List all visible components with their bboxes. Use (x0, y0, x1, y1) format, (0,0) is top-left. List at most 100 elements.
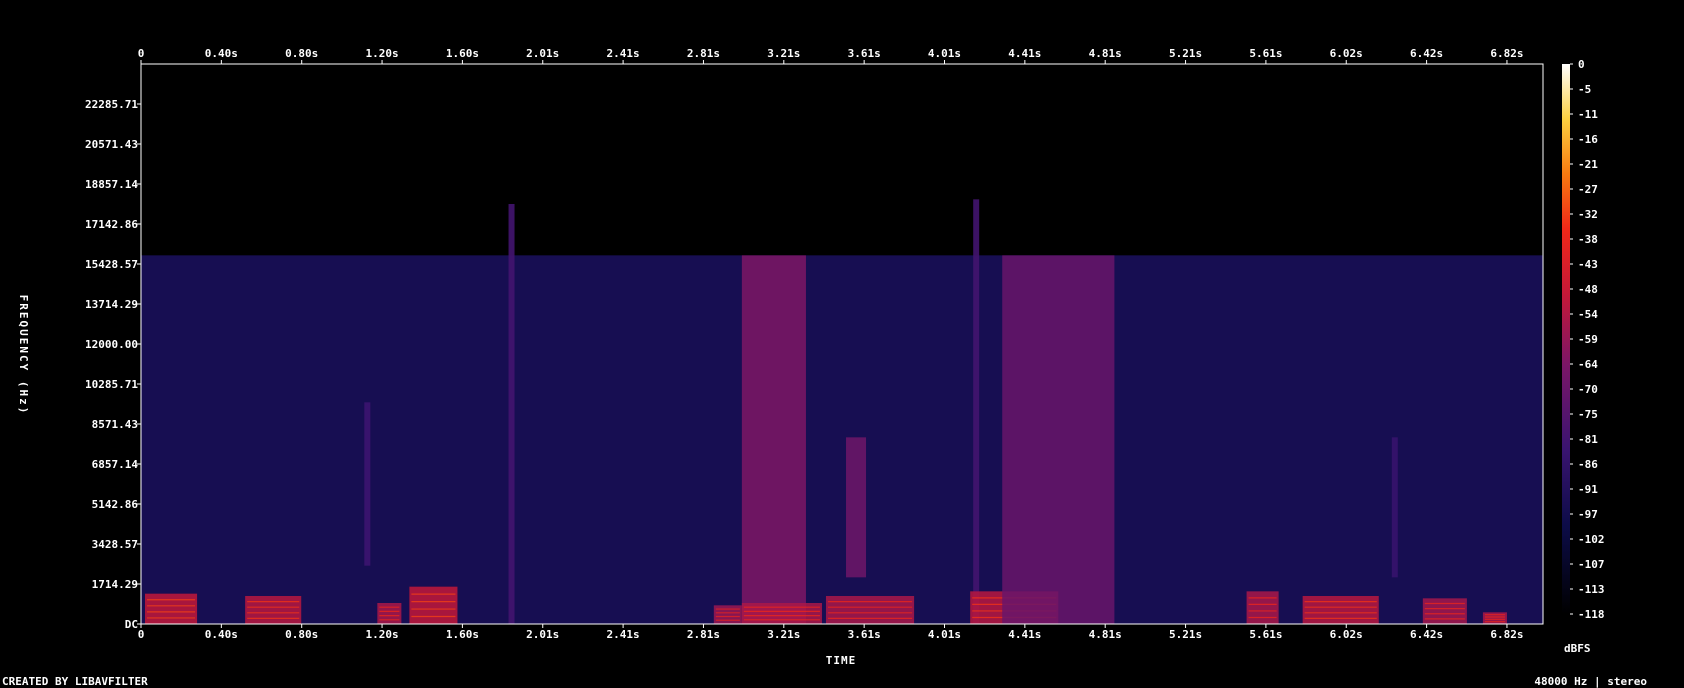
energy-band (377, 603, 402, 624)
x-axis-bottom: 0 0.40s 0.80s 1.20s 1.60s 2.01s 2.41s 2.81s 3.21… (138, 624, 1524, 641)
colorbar-tick-label: -16 (1578, 133, 1598, 146)
x-tick-label: 0.40s (205, 628, 238, 641)
y-tick-label: 22285.71 (85, 98, 138, 111)
x-tick-label: 0 (138, 628, 145, 641)
y-tick-label: 15428.57 (85, 258, 138, 271)
y-tick-label: 12000.00 (85, 338, 138, 351)
x-tick-label: 0.80s (285, 47, 318, 60)
x-tick-label: 2.81s (687, 47, 720, 60)
x-tick-label: 4.01s (928, 47, 961, 60)
energy-band (1246, 591, 1279, 624)
transient-streak (1391, 437, 1398, 578)
colorbar-tick-label: -48 (1578, 283, 1598, 296)
x-tick-label: 0.80s (285, 628, 318, 641)
colorbar-tick-label: -107 (1578, 558, 1605, 571)
spectrogram-heatmap (141, 64, 1543, 624)
transient-streak (364, 402, 371, 566)
x-tick-label: 0 (138, 47, 145, 60)
x-tick-label: 3.61s (848, 47, 881, 60)
x-tick-label: 4.41s (1008, 628, 1041, 641)
x-tick-label: 3.21s (767, 628, 800, 641)
colorbar-tick-label: -86 (1578, 458, 1598, 471)
colorbar-tick-label: -5 (1578, 83, 1591, 96)
x-tick-label: 2.01s (526, 47, 559, 60)
energy-band (1422, 598, 1467, 624)
colorbar-tick-label: -11 (1578, 108, 1598, 121)
x-tick-label: 5.61s (1249, 628, 1282, 641)
y-tick-label: DC (125, 618, 138, 631)
colorbar-tick-label: -91 (1578, 483, 1598, 496)
x-tick-label: 3.21s (767, 47, 800, 60)
colorbar-tick-label: -118 (1578, 608, 1605, 621)
colorbar-tick-label: -102 (1578, 533, 1605, 546)
x-tick-label: 6.82s (1490, 47, 1523, 60)
colorbar-tick-label: -38 (1578, 233, 1598, 246)
footer-format: 48000 Hz | stereo (1534, 675, 1647, 688)
colorbar-tick-label: -32 (1578, 208, 1598, 221)
x-tick-label: 6.82s (1490, 628, 1523, 641)
colorbar-tick-label: -43 (1578, 258, 1598, 271)
colorbar-tick-label: -54 (1578, 308, 1598, 321)
x-tick-label: 5.21s (1169, 47, 1202, 60)
y-tick-label: 6857.14 (92, 458, 139, 471)
x-tick-label: 6.02s (1330, 628, 1363, 641)
transient-streak (973, 199, 980, 624)
x-tick-label: 5.21s (1169, 628, 1202, 641)
colorbar-tick-label: -113 (1578, 583, 1605, 596)
energy-band (1302, 596, 1379, 624)
energy-band (741, 603, 822, 624)
energy-band (825, 596, 915, 624)
energy-band (245, 596, 302, 624)
colorbar-tick-label: -97 (1578, 508, 1598, 521)
x-tick-label: 2.81s (687, 628, 720, 641)
y-tick-label: 10285.71 (85, 378, 138, 391)
x-tick-label: 2.41s (607, 47, 640, 60)
x-tick-label: 2.41s (607, 628, 640, 641)
y-axis: DC 1714.29 3428.57 5142.86 6857.14 8571.43 102… (85, 98, 141, 631)
y-tick-label: 1714.29 (92, 578, 138, 591)
x-tick-label: 0.40s (205, 47, 238, 60)
x-axis-title: TIME (826, 654, 857, 667)
colorbar-tick-label: -21 (1578, 158, 1598, 171)
colorbar-tick-label: -27 (1578, 183, 1598, 196)
x-tick-label: 6.02s (1330, 47, 1363, 60)
footer-credit: CREATED BY LIBAVFILTER (2, 675, 148, 688)
energy-band (741, 255, 806, 624)
x-tick-label: 6.42s (1410, 628, 1443, 641)
x-tick-label: 2.01s (526, 628, 559, 641)
transient-streak (508, 204, 515, 624)
x-tick-label: 1.20s (365, 47, 398, 60)
colorbar-tick-label: -81 (1578, 433, 1598, 446)
colorbar (1562, 64, 1570, 614)
y-tick-label: 5142.86 (92, 498, 139, 511)
colorbar-ticks: 0 -5 -11 -16 -21 -27 -32 -38 -43 -48 -54 -59 -64 -70 -… (1570, 58, 1605, 621)
x-tick-label: 4.01s (928, 628, 961, 641)
x-tick-label: 5.61s (1249, 47, 1282, 60)
y-axis-title: FREQUENCY (Hz) (17, 295, 30, 416)
x-axis-top: 0 0.40s 0.80s 1.20s 1.60s 2.01s 2.41s 2.81s 3.21… (138, 47, 1524, 64)
colorbar-tick-label: -70 (1578, 383, 1598, 396)
y-tick-label: 8571.43 (92, 418, 138, 431)
energy-band (713, 605, 742, 624)
energy-band (1002, 255, 1115, 624)
x-tick-label: 4.81s (1089, 628, 1122, 641)
x-tick-label: 3.61s (848, 628, 881, 641)
x-tick-label: 1.20s (365, 628, 398, 641)
x-tick-label: 4.41s (1008, 47, 1041, 60)
energy-band (409, 586, 458, 624)
y-tick-label: 3428.57 (92, 538, 138, 551)
spectrogram-chart: 0 0.40s 0.80s 1.20s 1.60s 2.01s 2.41s 2.81s 3.21… (2, 47, 1647, 688)
x-tick-label: 4.81s (1089, 47, 1122, 60)
y-tick-label: 18857.14 (85, 178, 138, 191)
colorbar-tick-label: -59 (1578, 333, 1598, 346)
y-tick-label: 20571.43 (85, 138, 138, 151)
y-tick-label: 17142.86 (85, 218, 138, 231)
energy-band (145, 593, 198, 624)
y-tick-label: 13714.29 (85, 298, 138, 311)
energy-band (846, 437, 867, 578)
x-tick-label: 1.60s (446, 47, 479, 60)
colorbar-tick-label: -75 (1578, 408, 1598, 421)
x-tick-label: 1.60s (446, 628, 479, 641)
colorbar-label: dBFS (1564, 642, 1591, 655)
colorbar-tick-label: 0 (1578, 58, 1585, 71)
